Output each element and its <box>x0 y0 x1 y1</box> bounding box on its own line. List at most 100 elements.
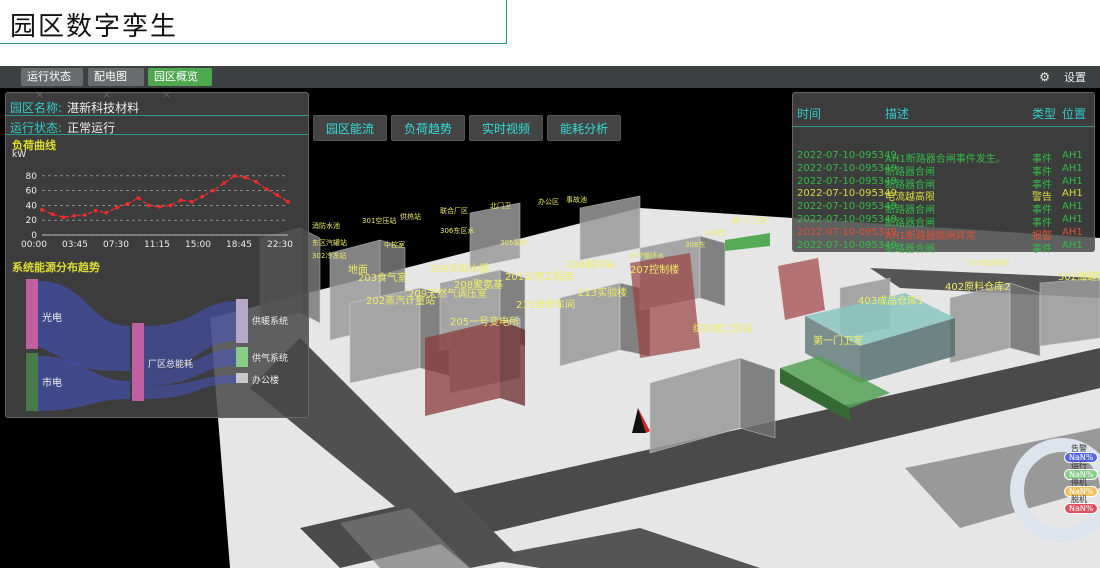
settings-button[interactable]: ⚙ 设置 <box>1039 68 1086 87</box>
building-label[interactable]: 207控制楼 <box>630 261 679 276</box>
x-tick-label: 15:00 <box>185 240 211 250</box>
park-name-value: 湛新科技材料 <box>67 101 140 115</box>
alarm-building-side <box>500 320 525 406</box>
live-video-button[interactable]: 实时视频 <box>469 115 543 141</box>
building-label-small[interactable]: 301空压站 <box>362 216 396 226</box>
load-point <box>222 181 226 185</box>
building-label-small[interactable]: 消防水池 <box>312 221 340 231</box>
load-point <box>93 208 98 213</box>
event-pos: AH1 <box>1062 175 1083 187</box>
energy-sankey-chart: 光电 市电 厂区总能耗 供暖系统 供气系统 办公楼 <box>26 279 288 411</box>
tab-bar: 运行状态× 配电图× 园区概览× ⚙ 设置 <box>0 66 1100 101</box>
park-info-panel: 园区名称: 湛新科技材料 运行状态: 正常运行 负荷曲线 kW 0 20 40 60 80… <box>5 92 309 418</box>
x-tick-label: 18:45 <box>226 240 252 250</box>
building-label-small[interactable]: 东区汽罐站 <box>312 238 347 248</box>
building-label[interactable]: 208聚氨基 <box>454 276 503 291</box>
load-point <box>179 198 183 203</box>
building-label-small[interactable]: 中控室 <box>384 240 405 250</box>
event-log-panel: 时间 描述 类型 位置 2022-07-10-095349 AH1断路器合闸事件发… <box>792 92 1095 255</box>
sankey-node-total[interactable] <box>132 323 144 401</box>
event-time: 2022-07-10-095349 <box>797 214 897 225</box>
tab-run-status[interactable]: 运行状态× <box>21 68 83 101</box>
col-header-desc: 描述 <box>885 107 910 121</box>
run-status-label: 运行状态: <box>10 121 63 135</box>
building-label-small[interactable]: 309西 <box>705 228 725 238</box>
load-point <box>243 175 248 180</box>
sankey-label: 市电 <box>42 376 62 389</box>
event-pos: AH1 <box>1062 150 1083 161</box>
event-time: 2022-07-10-095349 <box>797 162 897 174</box>
settings-label: 设置 <box>1064 71 1086 84</box>
building-label[interactable]: 403成品仓库1 <box>858 292 923 307</box>
building-label-small[interactable]: 事故池 <box>566 195 587 205</box>
load-point <box>136 196 141 200</box>
y-tick-label: 80 <box>26 172 38 182</box>
building-label[interactable]: 215维修车间 <box>516 296 575 311</box>
load-point <box>232 174 237 178</box>
load-curve-chart: kW02040608000:00 03:45 07:30 11:15 15:00 18:4… <box>12 150 293 250</box>
col-header-type: 类型 <box>1032 107 1057 121</box>
building-label[interactable]: 213实验楼 <box>578 284 627 299</box>
park-name-label: 园区名称: <box>10 101 63 115</box>
sankey-node-office[interactable] <box>236 373 248 383</box>
park-name-row: 园区名称: 湛新科技材料 <box>10 97 139 116</box>
tab-park-overview[interactable]: 园区概览× <box>148 68 212 101</box>
building-label-small[interactable]: 302冷冻站 <box>312 251 346 261</box>
legend-value-badge[interactable]: NaN% <box>1064 503 1099 514</box>
event-time: 2022-07-10-095349 <box>797 188 897 200</box>
tab-label: 配电图 <box>94 70 127 83</box>
load-point <box>254 179 258 184</box>
tab-distribution[interactable]: 配电图× <box>88 68 144 101</box>
gear-icon: ⚙ <box>1039 70 1050 84</box>
divider <box>6 115 308 116</box>
building-label[interactable]: 地面 <box>348 261 368 276</box>
building-label[interactable]: 201公用工程房 <box>505 268 574 283</box>
building-label-small[interactable]: 联合厂区 <box>440 206 468 216</box>
load-trend-button[interactable]: 负荷趋势 <box>391 115 465 141</box>
energy-analysis-button[interactable]: 能耗分析 <box>547 115 621 141</box>
load-point <box>115 205 119 210</box>
3d-scene[interactable]: 203食气室 202蒸汽计量站 209天然气调压室 206冷却水循 208聚氨基… <box>0 88 1100 568</box>
y-tick-label: 60 <box>26 187 38 197</box>
building-label-small[interactable]: 306东区水 <box>440 226 474 236</box>
load-point <box>72 213 76 218</box>
sankey-node-grid[interactable] <box>26 353 38 411</box>
divider <box>6 134 308 135</box>
sankey-label: 供暖系统 <box>252 315 288 327</box>
sankey-node-solar[interactable] <box>26 279 38 349</box>
building-label-small[interactable]: 308东 <box>685 240 705 250</box>
load-point <box>82 213 87 217</box>
building-label[interactable]: 205一号变电所 <box>450 313 519 328</box>
load-point <box>50 212 55 217</box>
building-label[interactable]: 综合楼二阶段 <box>693 320 753 335</box>
building-label[interactable]: 402原料仓库2 <box>945 278 1010 293</box>
building-label-small[interactable]: 供热站 <box>400 212 421 222</box>
load-point <box>157 205 162 209</box>
event-desc: 断路器合闸 <box>885 243 935 255</box>
col-header-time: 时间 <box>797 107 822 121</box>
load-point <box>264 187 269 191</box>
sankey-node-gas[interactable] <box>236 347 248 367</box>
sankey-node-heating[interactable] <box>236 299 248 343</box>
building-label[interactable]: 503消防泵房 <box>968 258 1009 268</box>
building-label-small[interactable]: 北门卫 <box>490 201 511 211</box>
building-label-small[interactable]: 第一门卫室 <box>732 216 767 226</box>
tab-label: 运行状态 <box>27 70 71 83</box>
building-label-small[interactable]: 307循环水 <box>630 251 664 261</box>
building-label[interactable]: 第一门卫室 <box>813 332 863 347</box>
building-label-small[interactable]: 办公区 <box>538 197 559 207</box>
building-label[interactable]: 206冷却水循 <box>430 260 489 275</box>
load-point <box>40 208 44 212</box>
event-time: 2022-07-10-095349 <box>797 175 897 187</box>
y-tick-label: 20 <box>26 216 38 226</box>
building-label[interactable]: 204制冷站 <box>566 256 615 271</box>
app-window: 运行状态× 配电图× 园区概览× ⚙ 设置 <box>0 66 1100 568</box>
y-axis-unit: kW <box>12 150 26 160</box>
x-tick-label: 11:15 <box>144 240 170 250</box>
building-label[interactable]: 502储罐区2 <box>1058 268 1100 283</box>
event-pos: AH1 <box>1062 162 1083 174</box>
building-label-small[interactable]: 305泵房 <box>500 238 527 248</box>
tab-label: 园区概览 <box>154 70 198 83</box>
park-energy-flow-button[interactable]: 园区能流 <box>313 115 387 141</box>
event-time: 2022-07-10-095349 <box>797 239 897 251</box>
